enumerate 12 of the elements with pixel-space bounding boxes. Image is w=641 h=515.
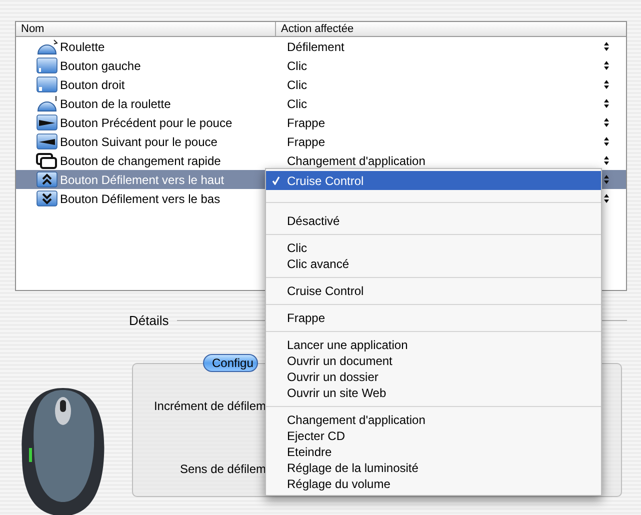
table-cell: Bouton Suivant pour le pouce — [60, 134, 218, 148]
table-cell: Bouton gauche — [60, 58, 141, 72]
table-cell: Roulette — [60, 40, 105, 54]
table-cell: Bouton Défilement vers le haut — [60, 172, 224, 186]
table-cell: Bouton de changement rapide — [60, 154, 221, 168]
table-cell: Bouton de la roulette — [60, 96, 171, 110]
section-title: Détails — [129, 312, 169, 328]
table-cell: Bouton Précédent pour le pouce — [60, 116, 232, 130]
field-label: Sens de défilem — [178, 462, 266, 476]
table-cell: Bouton droit — [60, 78, 125, 92]
table-cell: Bouton Défilement vers le bas — [60, 192, 220, 206]
field-label: Incrément de défilem — [152, 399, 266, 413]
